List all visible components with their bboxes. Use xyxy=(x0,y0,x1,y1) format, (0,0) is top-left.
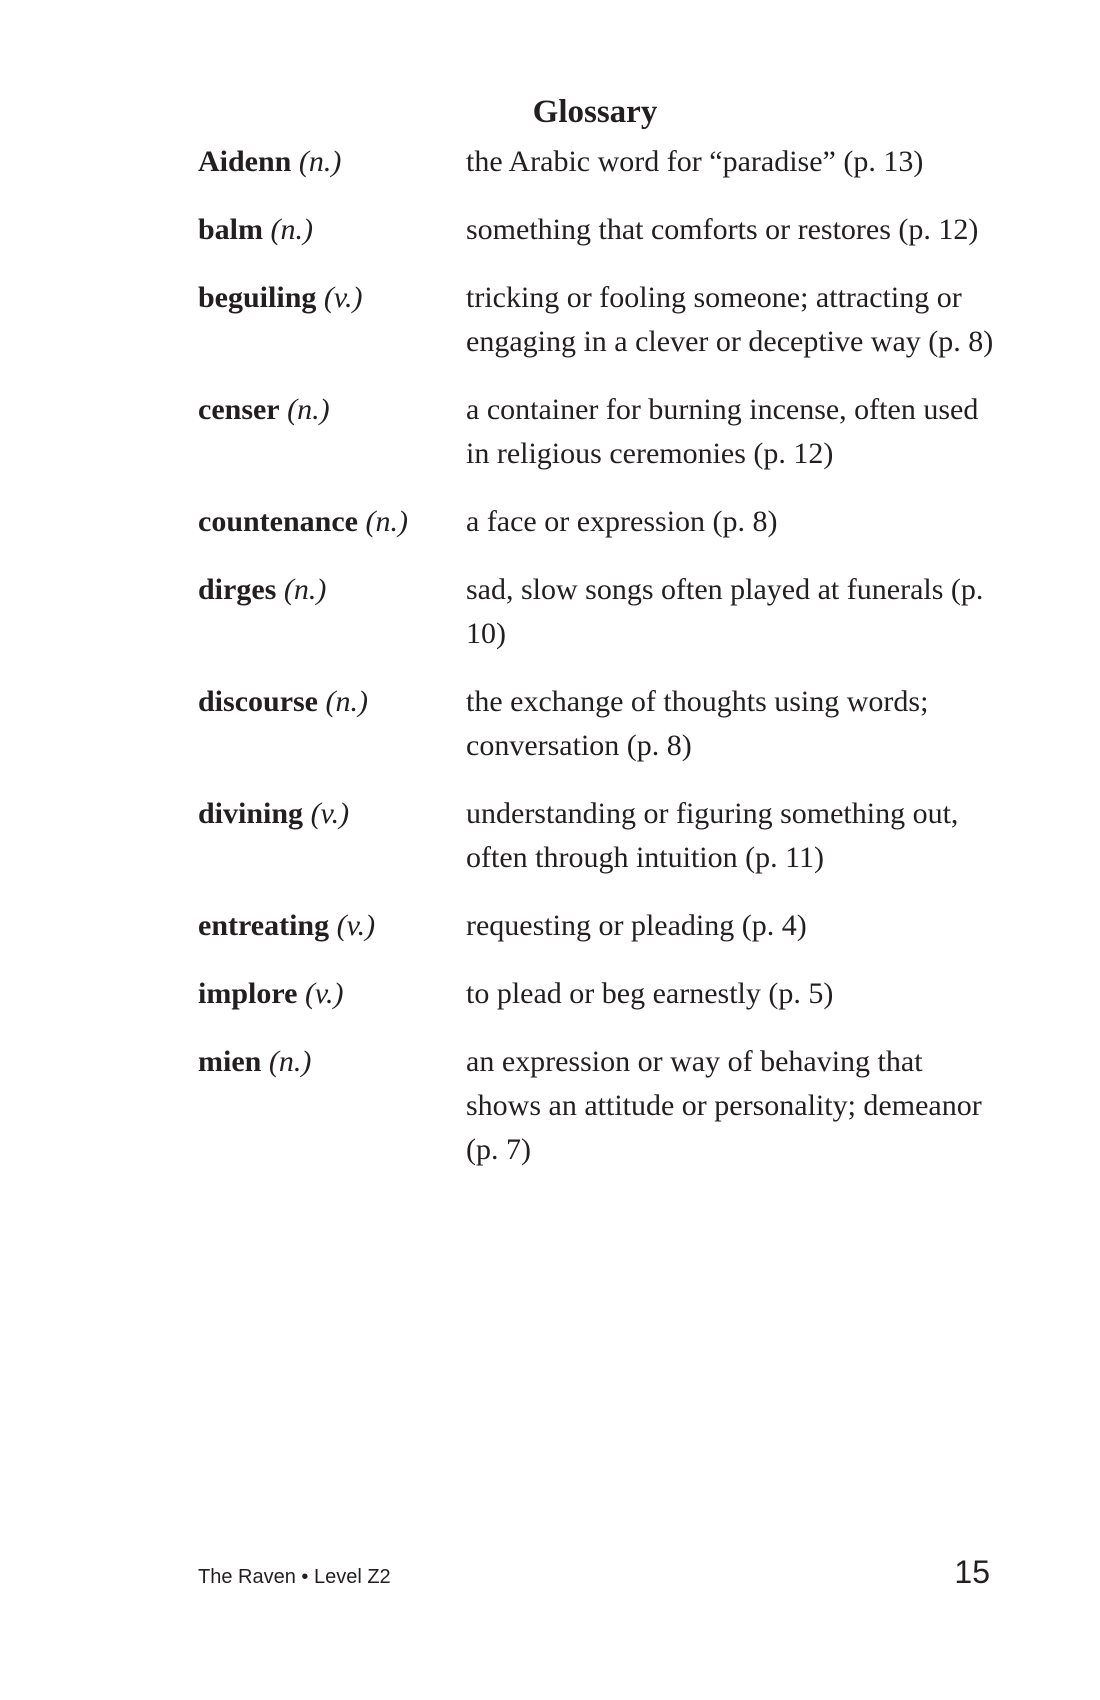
footer-book-title: The Raven • Level Z2 xyxy=(198,1566,391,1588)
term-word: mien xyxy=(198,1045,262,1078)
glossary-term: implore (v.) xyxy=(198,972,466,1016)
page-title: Glossary xyxy=(532,94,658,130)
term-part-of-speech: (n.) xyxy=(268,1045,312,1078)
glossary-term: beguiling (v.) xyxy=(198,276,466,320)
term-part-of-speech: (n.) xyxy=(287,393,330,426)
term-definition: sad, slow songs often played at funerals… xyxy=(466,573,984,650)
term-definition: a face or expression (p. 8) xyxy=(466,505,778,538)
term-definition: to plead or beg earnestly (p. 5) xyxy=(466,977,834,1010)
glossary-term: balm (n.) xyxy=(198,208,466,252)
glossary-entry: beguiling (v.) tricking or fooling someo… xyxy=(198,276,998,364)
glossary-entry: implore (v.) to plead or beg earnestly (… xyxy=(198,972,998,1016)
term-word: discourse xyxy=(198,685,318,718)
term-part-of-speech: (n.) xyxy=(365,505,408,538)
glossary-entry: countenance (n.) a face or expression (p… xyxy=(198,500,998,544)
term-definition: something that comforts or restores (p. … xyxy=(466,213,979,246)
term-part-of-speech: (n.) xyxy=(298,145,342,178)
term-part-of-speech: (n.) xyxy=(283,573,327,606)
glossary-term: divining (v.) xyxy=(198,792,466,836)
term-word: dirges xyxy=(198,573,277,606)
glossary-list: Aidenn (n.) the Arabic word for “paradis… xyxy=(198,140,998,1196)
term-part-of-speech: (v.) xyxy=(336,909,376,942)
glossary-entry: mien (n.) an expression or way of behavi… xyxy=(198,1040,998,1172)
term-part-of-speech: (v.) xyxy=(310,797,350,830)
term-word: countenance xyxy=(198,505,358,538)
glossary-entry: discourse (n.) the exchange of thoughts … xyxy=(198,680,998,768)
term-definition: an expression or way of behaving that sh… xyxy=(466,1045,982,1166)
glossary-term: countenance (n.) xyxy=(198,500,466,544)
term-word: censer xyxy=(198,393,280,426)
glossary-entry: dirges (n.) sad, slow songs often played… xyxy=(198,568,998,656)
term-part-of-speech: (v.) xyxy=(323,281,363,314)
term-part-of-speech: (n.) xyxy=(325,685,368,718)
term-word: implore xyxy=(198,977,298,1010)
term-definition: the Arabic word for “paradise” (p. 13) xyxy=(466,145,924,178)
term-definition: requesting or pleading (p. 4) xyxy=(466,909,807,942)
term-word: entreating xyxy=(198,909,330,942)
term-part-of-speech: (v.) xyxy=(304,977,344,1010)
term-word: beguiling xyxy=(198,281,317,314)
glossary-entry: Aidenn (n.) the Arabic word for “paradis… xyxy=(198,140,998,184)
glossary-term: entreating (v.) xyxy=(198,904,466,948)
glossary-term: mien (n.) xyxy=(198,1040,466,1084)
glossary-entry: entreating (v.) requesting or pleading (… xyxy=(198,904,998,948)
glossary-term: censer (n.) xyxy=(198,388,466,432)
term-word: Aidenn xyxy=(198,145,292,178)
term-definition: a container for burning incense, often u… xyxy=(466,393,979,470)
term-word: balm xyxy=(198,213,264,246)
glossary-entry: divining (v.) understanding or figuring … xyxy=(198,792,998,880)
page-number: 15 xyxy=(954,1554,990,1590)
glossary-entry: balm (n.) something that comforts or res… xyxy=(198,208,998,252)
term-definition: tricking or fooling someone; attracting … xyxy=(466,281,994,358)
glossary-term: Aidenn (n.) xyxy=(198,140,466,184)
term-part-of-speech: (n.) xyxy=(270,213,313,246)
term-definition: the exchange of thoughts using words; co… xyxy=(466,685,929,762)
term-word: divining xyxy=(198,797,304,830)
glossary-term: discourse (n.) xyxy=(198,680,466,724)
glossary-entry: censer (n.) a container for burning ince… xyxy=(198,388,998,476)
glossary-term: dirges (n.) xyxy=(198,568,466,612)
term-definition: understanding or figuring something out,… xyxy=(466,797,959,874)
